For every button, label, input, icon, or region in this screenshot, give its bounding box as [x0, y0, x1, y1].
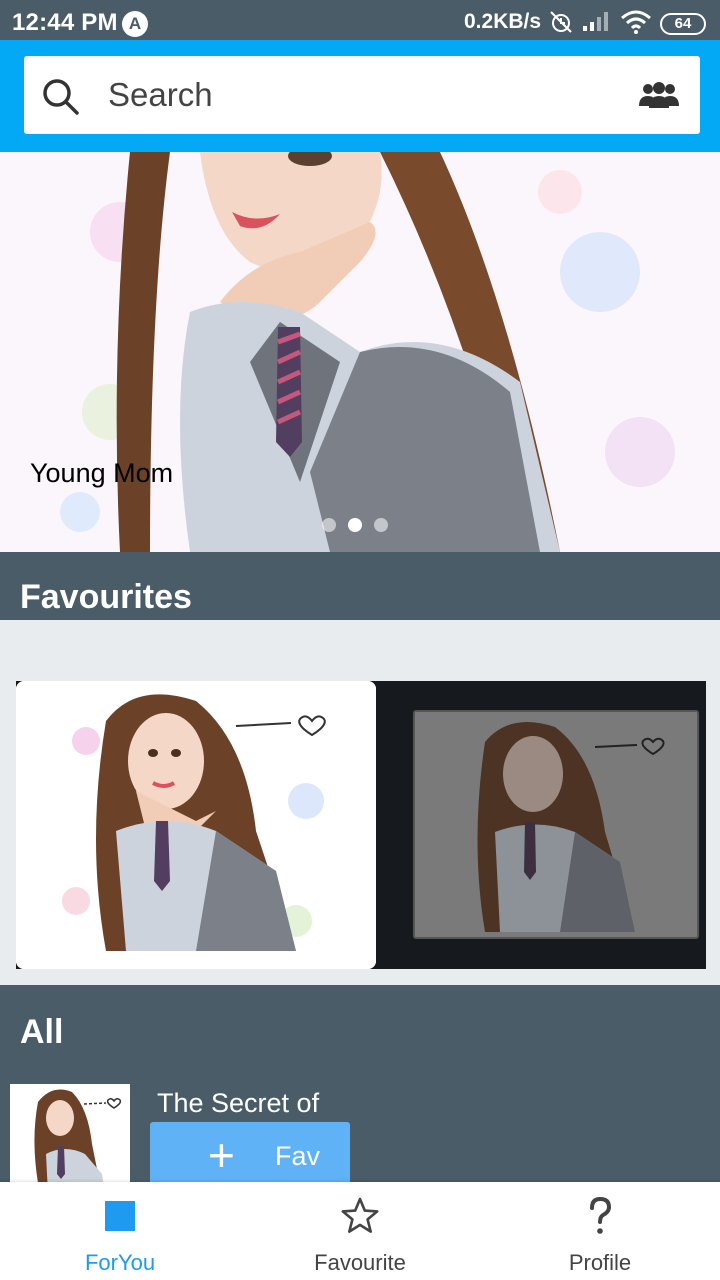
favourite-card[interactable] — [413, 710, 699, 939]
search-input[interactable] — [108, 72, 608, 118]
bottom-navigation: ForYou Favourite Profile — [0, 1182, 720, 1280]
status-bar: 12:44 PM A 0.2KB/s 64 — [0, 0, 720, 40]
question-icon — [590, 1196, 612, 1234]
comic-cover-image — [10, 1084, 130, 1182]
star-icon — [341, 1197, 379, 1233]
all-title: All — [20, 1013, 64, 1051]
favourites-header: Favourites — [0, 552, 720, 620]
nav-item-profile[interactable]: Profile — [480, 1182, 720, 1280]
list-item-thumbnail[interactable] — [10, 1084, 130, 1182]
search-header — [0, 40, 720, 152]
alarm-off-icon — [550, 11, 572, 33]
favourites-carousel[interactable] — [16, 681, 706, 969]
square-icon — [105, 1201, 135, 1231]
plus-icon: + — [208, 1129, 235, 1181]
battery-icon: 64 — [660, 13, 706, 35]
nav-item-foryou[interactable]: ForYou — [0, 1182, 240, 1280]
favourites-title: Favourites — [20, 578, 192, 616]
nav-item-favourite[interactable]: Favourite — [240, 1182, 480, 1280]
carousel-dot[interactable] — [374, 518, 388, 532]
wifi-icon — [621, 10, 651, 34]
favourite-cover-image — [16, 681, 376, 969]
favourite-cover-image — [415, 712, 697, 937]
status-time: 12:44 PM — [12, 9, 118, 36]
signal-icon — [583, 12, 608, 31]
banner-illustration — [60, 152, 675, 552]
banner-caption: Young Mom — [30, 458, 174, 488]
search-icon[interactable] — [42, 78, 80, 116]
add-favourite-label: Fav — [275, 1141, 321, 1171]
network-speed: 0.2KB/s — [464, 10, 542, 33]
all-section: All The Secret of + Fav — [0, 985, 720, 1182]
nav-label-favourite: Favourite — [314, 1250, 406, 1275]
nav-label-foryou: ForYou — [84, 1250, 156, 1275]
app-notification-icon: A — [122, 11, 148, 37]
people-icon[interactable] — [638, 80, 680, 110]
banner-carousel[interactable]: Young Mom — [0, 152, 720, 552]
favourites-list — [0, 620, 720, 985]
add-favourite-button[interactable]: + Fav — [150, 1122, 350, 1182]
carousel-dot[interactable] — [322, 518, 336, 532]
list-item-title[interactable]: The Secret of — [157, 1088, 319, 1119]
carousel-indicator — [322, 518, 388, 532]
nav-label-profile: Profile — [568, 1250, 632, 1275]
favourite-card[interactable] — [16, 681, 376, 969]
search-bar[interactable] — [24, 56, 700, 134]
carousel-dot-active[interactable] — [348, 518, 362, 532]
